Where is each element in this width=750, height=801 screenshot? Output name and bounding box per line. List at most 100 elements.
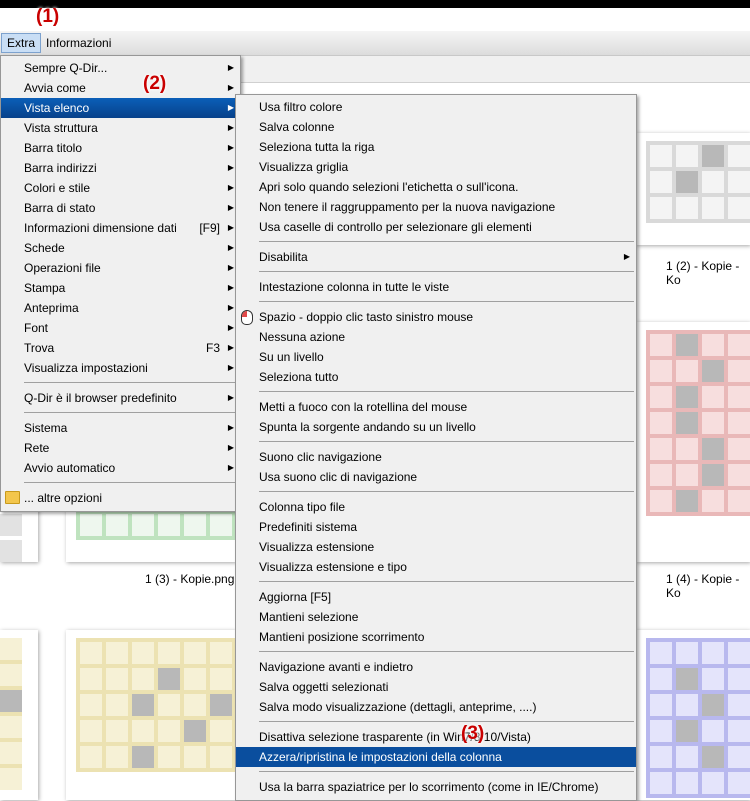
- extra-menu-item[interactable]: Q-Dir è il browser predefinito ▶: [1, 388, 240, 408]
- thumbnail-gray[interactable]: [636, 133, 750, 245]
- thumbnail-caption[interactable]: 1 (3) - Kopie.png: [145, 572, 234, 586]
- extra-menu-item-label: Q-Dir è il browser predefinito: [24, 391, 177, 405]
- sub-menu-item[interactable]: Colonna tipo file: [236, 497, 636, 517]
- sub-menu-item[interactable]: Aggiorna [F5]: [236, 587, 636, 607]
- thumbnail-red[interactable]: [636, 322, 750, 562]
- extra-menu-item[interactable]: Rete ▶: [1, 438, 240, 458]
- extra-menu-item[interactable]: Vista elenco ▶: [1, 98, 240, 118]
- thumbnail-yellow[interactable]: [66, 630, 236, 800]
- extra-menu-item[interactable]: Barra titolo ▶: [1, 138, 240, 158]
- extra-menu-item-label: Sistema: [24, 421, 68, 435]
- sub-menu-item[interactable]: Usa suono clic di navigazione: [236, 467, 636, 487]
- sub-menu-item[interactable]: Spunta la sorgente andando su un livello: [236, 417, 636, 437]
- sub-menu-item[interactable]: Visualizza estensione: [236, 537, 636, 557]
- sub-menu-item[interactable]: Visualizza estensione e tipo: [236, 557, 636, 577]
- menu-informazioni[interactable]: Informazioni: [41, 33, 116, 53]
- sub-menu-item[interactable]: Salva oggetti selezionati: [236, 677, 636, 697]
- menu-separator: [24, 412, 238, 413]
- extra-menu-item[interactable]: Sempre Q-Dir... ▶: [1, 58, 240, 78]
- menu-extra[interactable]: Extra: [1, 33, 42, 53]
- submenu-arrow-icon: ▶: [227, 63, 234, 72]
- callout-3: (3): [461, 723, 485, 744]
- thumbnail-blue[interactable]: [636, 630, 750, 800]
- thumbnail-tile: [650, 145, 672, 167]
- thumbnail-yellow-left-grid: [0, 638, 22, 790]
- extra-menu-item[interactable]: Schede ▶: [1, 238, 240, 258]
- sub-menu-item[interactable]: Usa caselle di controllo per selezionare…: [236, 217, 636, 237]
- thumbnail-tile: [184, 514, 206, 536]
- callout-1: (1): [36, 6, 60, 27]
- extra-menu-item[interactable]: Anteprima ▶: [1, 298, 240, 318]
- sub-menu-item[interactable]: Navigazione avanti e indietro: [236, 657, 636, 677]
- thumbnail-tile: [184, 642, 206, 664]
- sub-menu-item[interactable]: Seleziona tutto: [236, 367, 636, 387]
- submenu-arrow-icon: ▶: [227, 443, 234, 452]
- extra-menu-item[interactable]: Informazioni dimensione dati [F9] ▶: [1, 218, 240, 238]
- extra-menu-item[interactable]: Avvia come ▶: [1, 78, 240, 98]
- menu-separator: [259, 581, 634, 582]
- sub-menu-item-label: Usa caselle di controllo per selezionare…: [259, 220, 532, 234]
- sub-menu-item-label: Su un livello: [259, 350, 324, 364]
- sub-menu-item[interactable]: Predefiniti sistema: [236, 517, 636, 537]
- thumbnail-tile: [676, 642, 698, 664]
- extra-menu-item[interactable]: ... altre opzioni: [1, 488, 240, 508]
- shortcut-label: F3: [205, 341, 220, 355]
- extra-menu-item-label: Sempre Q-Dir...: [24, 61, 108, 75]
- sub-menu-item-label: Navigazione avanti e indietro: [259, 660, 414, 674]
- thumbnail-tile: [650, 772, 672, 794]
- extra-menu-item[interactable]: Barra di stato ▶: [1, 198, 240, 218]
- sub-menu-item[interactable]: Azzera/ripristina le impostazioni della …: [236, 747, 636, 767]
- sub-menu-item[interactable]: Seleziona tutta la riga: [236, 137, 636, 157]
- extra-menu-item[interactable]: Barra indirizzi ▶: [1, 158, 240, 178]
- sub-menu-item[interactable]: Intestazione colonna in tutte le viste: [236, 277, 636, 297]
- thumbnail-tile: [676, 720, 698, 742]
- sub-menu-item[interactable]: Spazio - doppio clic tasto sinistro mous…: [236, 307, 636, 327]
- extra-menu-item[interactable]: Trova F3 ▶: [1, 338, 240, 358]
- sub-menu-item[interactable]: Salva modo visualizzazione (dettagli, an…: [236, 697, 636, 717]
- thumbnail-left-partial[interactable]: [0, 508, 38, 562]
- sub-menu-item[interactable]: Metti a fuoco con la rotellina del mouse: [236, 397, 636, 417]
- thumbnail-caption[interactable]: 1 (2) - Kopie - Ko: [666, 259, 750, 287]
- sub-menu-item[interactable]: Visualizza griglia: [236, 157, 636, 177]
- sub-menu-item-label: Disattiva selezione trasparente (in Win7…: [259, 730, 531, 744]
- menu-separator: [259, 241, 634, 242]
- thumbnail-tile: [728, 145, 750, 167]
- sub-menu-item[interactable]: Salva colonne: [236, 117, 636, 137]
- extra-menu-item[interactable]: Colori e stile ▶: [1, 178, 240, 198]
- thumbnail-caption[interactable]: 1 (4) - Kopie - Ko: [666, 572, 750, 600]
- extra-menu-item[interactable]: Sistema ▶: [1, 418, 240, 438]
- sub-menu-item[interactable]: Mantieni selezione: [236, 607, 636, 627]
- extra-menu-item[interactable]: Avvio automatico ▶: [1, 458, 240, 478]
- sub-menu-item[interactable]: Disattiva selezione trasparente (in Win7…: [236, 727, 636, 747]
- sub-menu-item[interactable]: Apri solo quando selezioni l'etichetta o…: [236, 177, 636, 197]
- sub-menu-item[interactable]: Mantieni posizione scorrimento: [236, 627, 636, 647]
- sub-menu-item[interactable]: Usa la barra spaziatrice per lo scorrime…: [236, 777, 636, 797]
- sub-menu-item[interactable]: Su un livello: [236, 347, 636, 367]
- sub-menu-item[interactable]: Disabilita ▶: [236, 247, 636, 267]
- sub-menu-item[interactable]: Suono clic navigazione: [236, 447, 636, 467]
- extra-menu-item[interactable]: Operazioni file ▶: [1, 258, 240, 278]
- extra-menu-item[interactable]: Stampa ▶: [1, 278, 240, 298]
- extra-menu-item-label: Operazioni file: [24, 261, 101, 275]
- callout-2: (2): [143, 73, 167, 94]
- sub-menu-item[interactable]: Usa filtro colore: [236, 97, 636, 117]
- extra-menu-item[interactable]: Visualizza impostazioni ▶: [1, 358, 240, 378]
- thumbnail-red-grid: [646, 330, 750, 516]
- sub-menu-item[interactable]: Non tenere il raggruppamento per la nuov…: [236, 197, 636, 217]
- thumbnail-tile: [106, 720, 128, 742]
- thumbnail-tile: [676, 772, 698, 794]
- sub-menu-item[interactable]: Nessuna azione: [236, 327, 636, 347]
- thumbnail-tile: [184, 694, 206, 716]
- thumbnail-tile: [184, 746, 206, 768]
- thumbnail-tile: [158, 720, 180, 742]
- extra-menu-item[interactable]: Vista struttura ▶: [1, 118, 240, 138]
- thumbnail-tile: [158, 746, 180, 768]
- thumbnail-green[interactable]: [66, 508, 236, 562]
- sub-menu-item-label: Salva oggetti selezionati: [259, 680, 389, 694]
- thumbnail-blue-grid: [646, 638, 750, 798]
- thumbnail-tile: [650, 386, 672, 408]
- thumbnail-tile: [0, 690, 22, 712]
- thumbnail-yellow-left[interactable]: [0, 630, 38, 800]
- thumbnail-tile: [728, 694, 750, 716]
- extra-menu-item[interactable]: Font ▶: [1, 318, 240, 338]
